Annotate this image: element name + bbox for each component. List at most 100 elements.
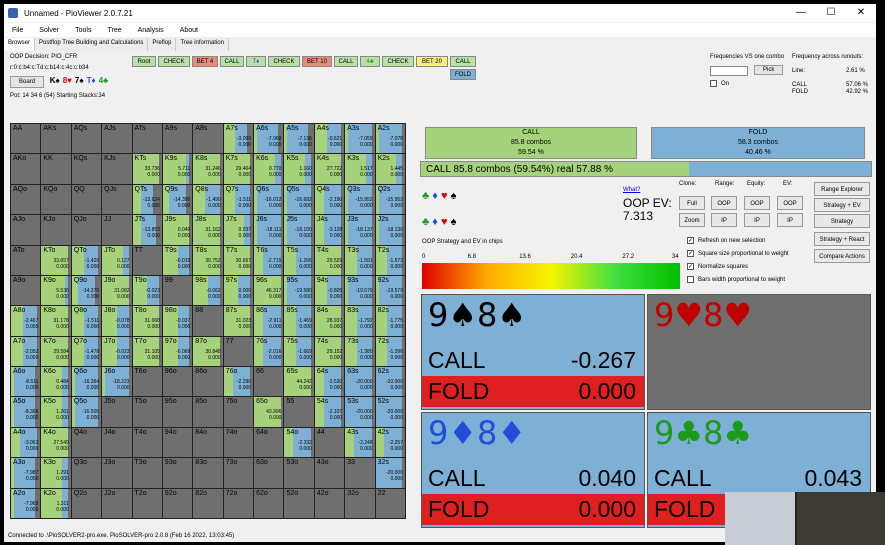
ev-ip-button[interactable]: IP [777,213,803,227]
ev-oop-button[interactable]: OOP [777,196,803,210]
hand-cell[interactable]: -7.987 0.000 A3o [11,458,41,488]
hand-cell[interactable]: 27.722 0.000 K4s [314,154,345,184]
tab-postflop-tree[interactable]: Postflop Tree Building and Calculations [35,38,149,51]
hand-cell[interactable]: 43.996 0.000 65o [254,397,284,427]
hand-cell[interactable]: -19.580 0.000 95s [284,275,314,306]
full-button[interactable]: Full [679,196,705,210]
equity-ip-button[interactable]: IP [744,213,770,227]
hand-cell[interactable]: 73o [223,458,254,488]
hand-cell[interactable]: -14.390 0.000 Q9s [162,184,193,215]
pick-button[interactable]: Pick [754,65,784,75]
hand-cell[interactable]: AQs [71,124,102,154]
hand-cell[interactable]: A8s [193,124,223,154]
hand-cell[interactable]: 75o [223,397,254,427]
hand-cell[interactable]: AJo [11,215,41,245]
hand-cell[interactable]: -1.669 0.000 75s [284,336,314,367]
hand-cell[interactable]: -2.332 0.000 54o [284,427,314,458]
hand-cell[interactable]: 43o [314,458,345,488]
on-checkbox[interactable] [710,80,717,87]
hand-cell[interactable]: -0.023 0.000 J7o [102,336,132,367]
tree-node-check[interactable]: CHECK [268,56,300,67]
hand-cell[interactable]: 85o [193,397,223,427]
hand-cell[interactable]: -2.467 0.000 A8o [11,306,41,336]
hand-cell[interactable]: -0.078 0.000 J8o [102,306,132,336]
strategy-button[interactable]: Strategy [814,214,870,228]
hand-cell[interactable]: -3.099 0.000 A7s [223,124,254,154]
tree-node-check[interactable]: CHECK [382,56,414,67]
menu-analysis[interactable]: Analysis [130,27,172,34]
hand-cell[interactable]: 33.736 0.000 KTs [132,154,162,184]
hand-cell[interactable]: KQs [71,154,102,184]
heart-filter-icon[interactable]: ♥ [441,190,448,202]
hand-cell[interactable]: -16.364 0.000 Q6o [71,367,102,397]
hand-cell[interactable]: T2o [132,488,162,518]
maximize-button[interactable]: ☐ [816,4,846,22]
hand-cell[interactable]: -20.000 0.000 32s [375,458,405,488]
hand-cell[interactable]: T3o [132,458,162,488]
heart-filter-icon[interactable]: ♥ [441,216,448,228]
hand-cell[interactable]: 95o [162,397,193,427]
hand-cell[interactable]: -1.511 0.000 Q7s [223,184,254,215]
hand-cell[interactable]: -13.853 0.000 JTs [132,215,162,245]
hand-cell[interactable]: 1.261 0.000 K5o [41,397,71,427]
hand-cell[interactable]: T5o [132,397,162,427]
hand-cell[interactable]: 1.445 0.000 K2s [375,154,405,184]
tree-node-fold[interactable]: FOLD [450,69,476,80]
range-ip-button[interactable]: IP [711,213,737,227]
hand-cell[interactable]: -0.015 0.000 T9s [162,245,193,275]
hand-cell[interactable]: 42o [314,488,345,518]
board-button[interactable]: Board [10,76,45,88]
hand-cell[interactable]: 30.752 0.000 T8s [193,245,223,275]
hand-cell[interactable]: -1.792 0.000 83s [345,306,375,336]
hand-cell[interactable]: 94o [162,427,193,458]
hand-cell[interactable]: QJs [102,184,132,215]
spade-filter-icon[interactable]: ♠ [451,190,457,202]
hand-cell[interactable]: 1.311 0.000 K2o [41,488,71,518]
hand-cell[interactable]: 77 [223,336,254,367]
hand-cell[interactable]: -19.579 0.000 92s [375,275,405,306]
hand-cell[interactable]: -13.624 0.000 QTs [132,184,162,215]
hand-cell[interactable]: 30.848 0.000 87o [193,336,223,367]
hand-cell[interactable]: -2.190 0.000 Q4s [314,184,345,215]
hand-cell[interactable]: 83o [193,458,223,488]
hand-cell[interactable]: 1.291 0.000 K3o [41,458,71,488]
tree-node-call[interactable]: CALL [220,56,244,67]
hand-cell[interactable]: -1.573 0.000 T2s [375,245,405,275]
hand-cell[interactable]: 1.160 0.000 K5s [284,154,314,184]
option-checkbox[interactable] [687,276,694,283]
hand-cell[interactable]: 31.105 0.000 T7o [132,336,162,367]
hand-cell[interactable]: -8.366 0.000 A5o [11,397,41,427]
hand-cell[interactable]: 0.049 0.000 J9s [162,215,193,245]
hand-cell[interactable]: J3o [102,458,132,488]
hand-cell[interactable]: -20.000 0.000 53s [345,397,375,427]
range-explorer-button[interactable]: Range Explorer [814,182,870,196]
hand-cell[interactable]: 66 [254,367,284,397]
hand-cell[interactable]: 29.464 0.000 K7s [223,154,254,184]
tree-node-turn-card[interactable]: T♦ [246,56,266,67]
hand-cell[interactable]: -2.290 0.000 76o [223,367,254,397]
diamond-filter-icon[interactable]: ♦ [432,216,438,228]
hand-cell[interactable]: -16.692 0.000 Q5s [284,184,314,215]
hand-cell[interactable]: 64o [254,427,284,458]
hand-cell[interactable]: -2.715 0.000 T6s [254,245,284,275]
club-filter-icon[interactable]: ♣ [422,190,429,202]
hand-cell[interactable]: 55 [284,397,314,427]
hand-cell[interactable]: -1.478 0.000 Q7o [71,336,102,367]
hand-cell[interactable]: KK [41,154,71,184]
diamond-filter-icon[interactable]: ♦ [432,190,438,202]
strategy-ev-button[interactable]: Strategy + EV [814,198,870,212]
hand-cell[interactable]: 22 [375,488,405,518]
hand-cell[interactable]: AA [11,124,41,154]
tab-browser[interactable]: Browser [4,38,36,51]
hand-cell[interactable]: ATo [11,245,41,275]
range-oop-button[interactable]: OOP [711,196,737,210]
hand-cell[interactable]: 31.162 0.000 J8s [193,215,223,245]
hand-cell[interactable]: 31.178 0.000 K8o [41,306,71,336]
hand-cell[interactable]: T4o [132,427,162,458]
hand-cell[interactable]: 0.770 0.000 K6s [254,154,284,184]
hand-cell[interactable]: 28.937 0.000 84s [314,306,345,336]
hand-cell[interactable]: 44.242 0.000 65s [284,367,314,397]
hand-cell[interactable]: Q4o [71,427,102,458]
hand-cell[interactable]: A9o [11,275,41,306]
hand-cell[interactable]: ATs [132,124,162,154]
